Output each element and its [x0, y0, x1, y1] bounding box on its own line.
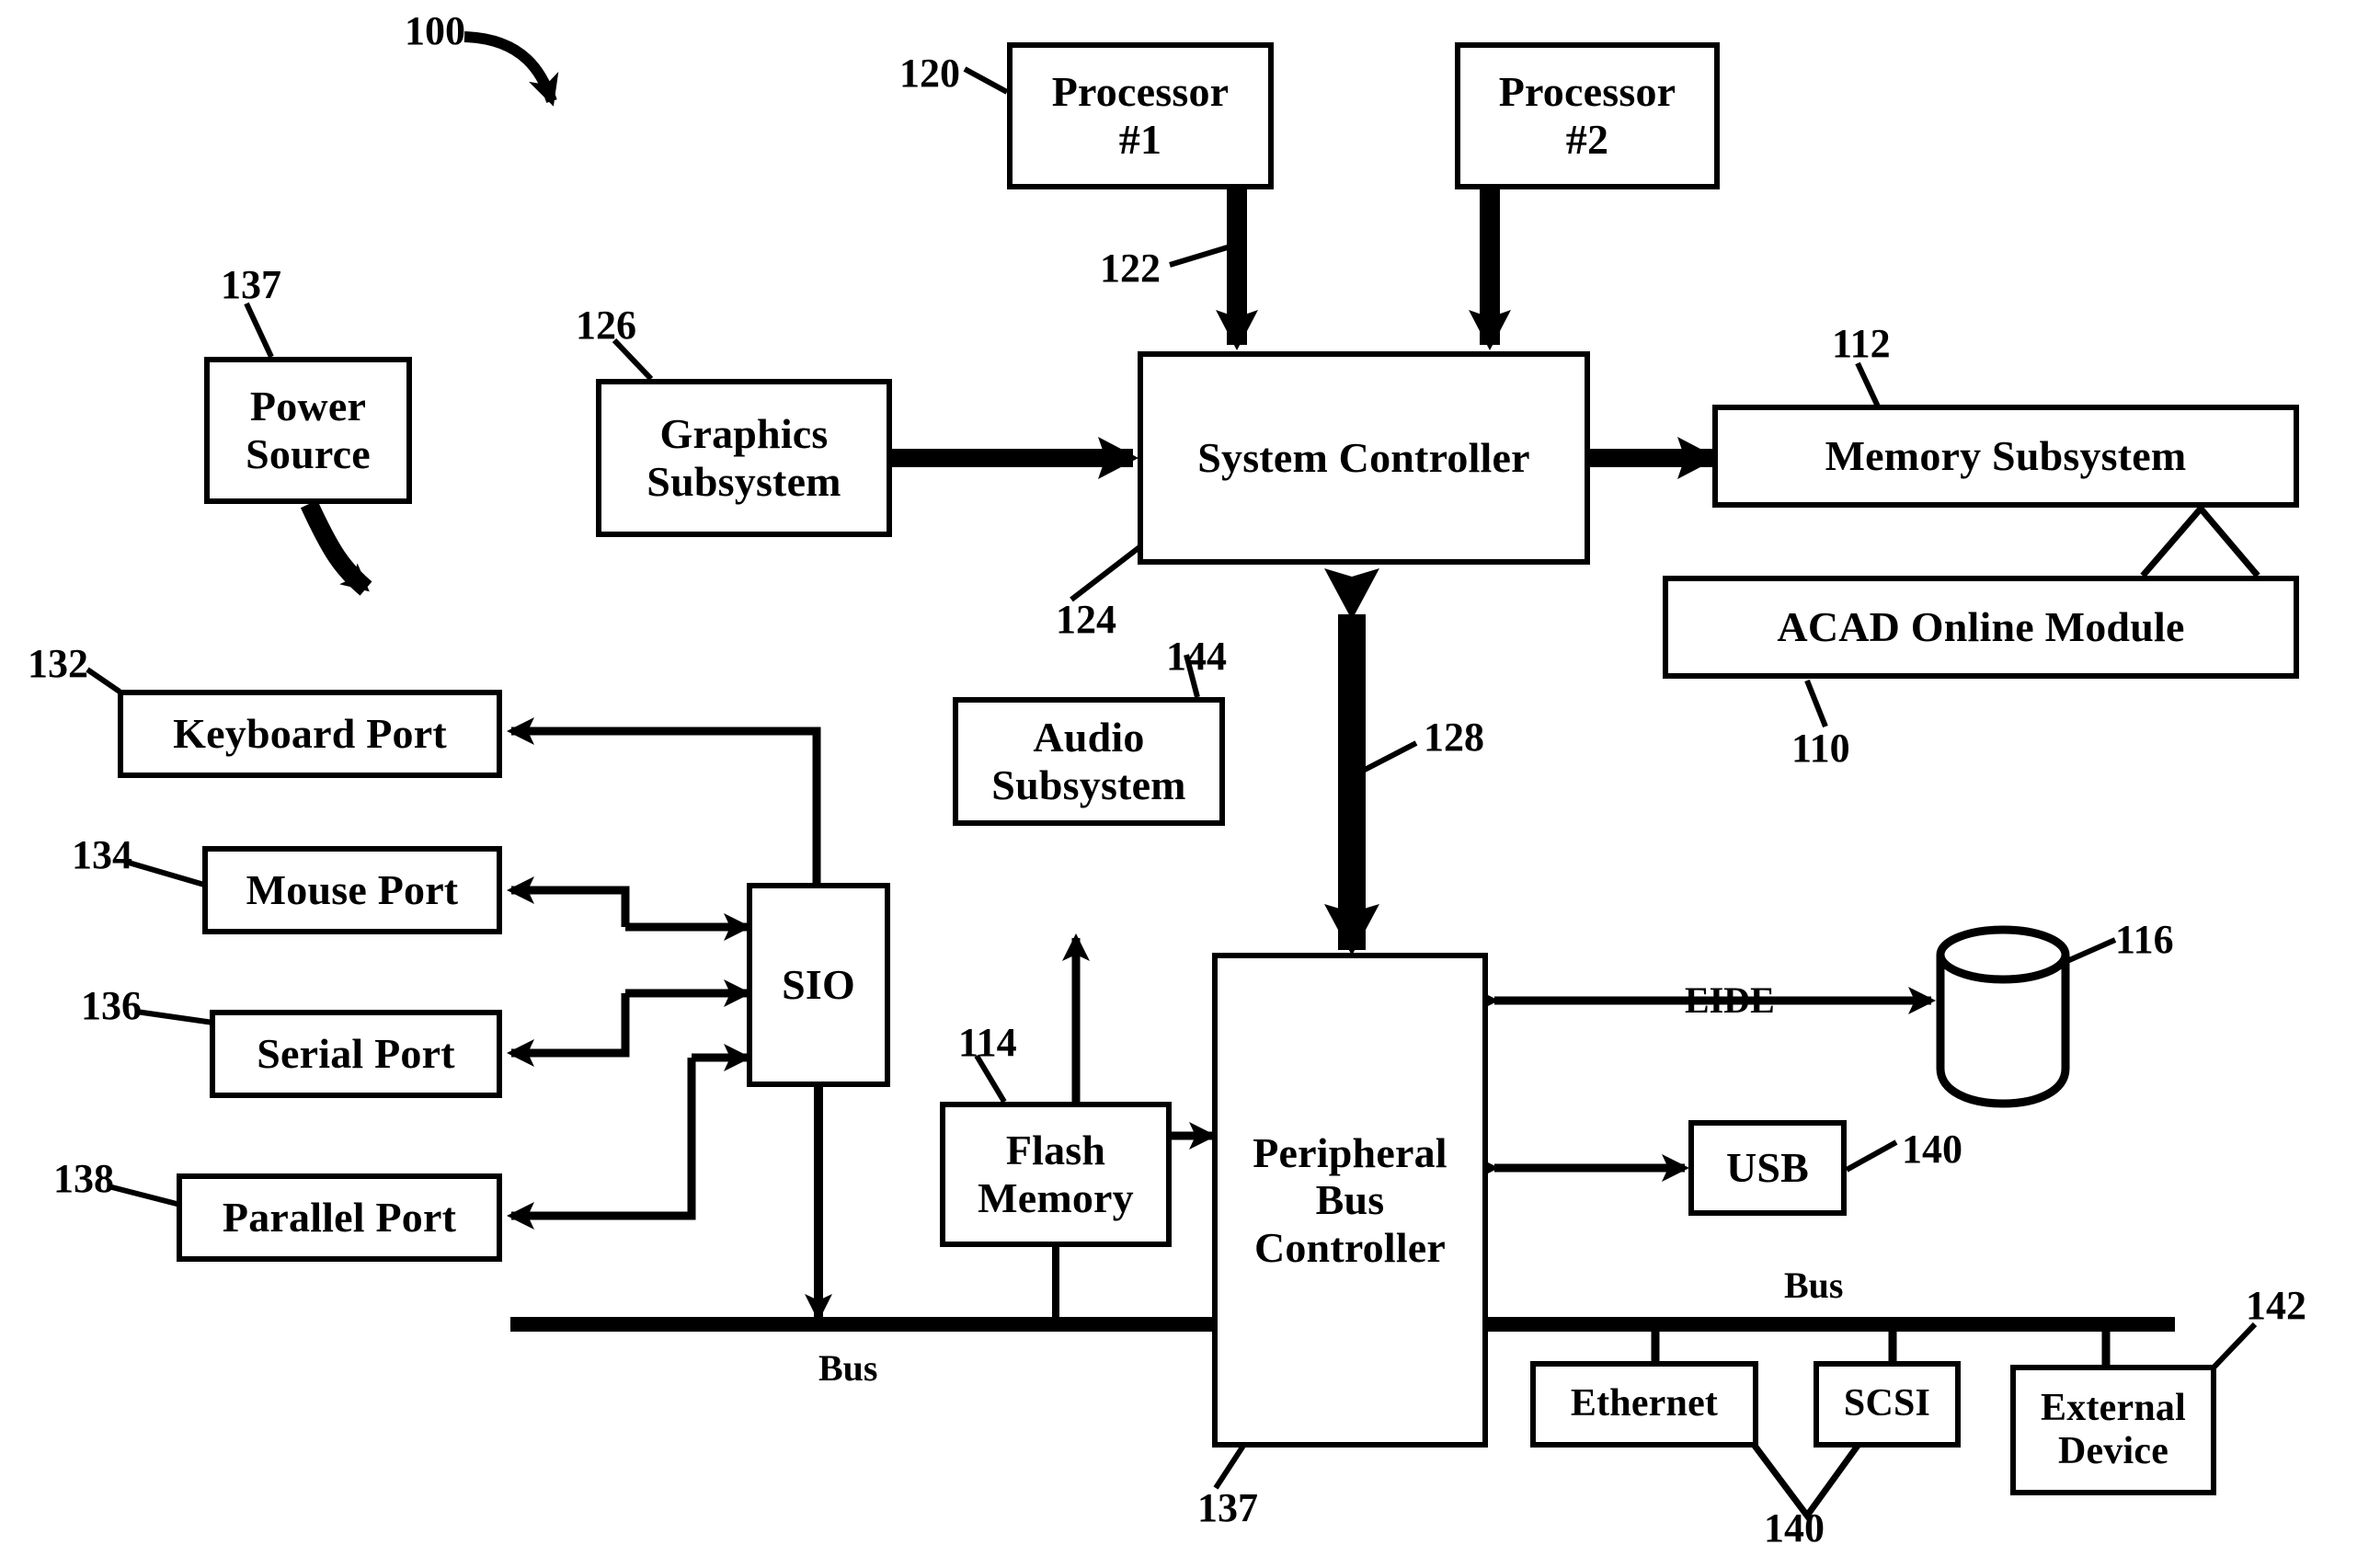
flash-memory-block[interactable]: Flash Memory [940, 1102, 1172, 1247]
ethernet-label: Ethernet [1570, 1382, 1719, 1425]
external-device-label-line1: External [2041, 1386, 2186, 1429]
leader-124 [1070, 542, 1145, 602]
bracket-acad-memory [2140, 503, 2260, 578]
graphics-subsystem-block[interactable]: Graphics Subsystem [596, 379, 892, 537]
ref-132: 132 [28, 641, 88, 686]
ethernet-block[interactable]: Ethernet [1530, 1361, 1758, 1448]
parallel-port-block[interactable]: Parallel Port [177, 1173, 502, 1262]
ref-120: 120 [899, 51, 960, 96]
power-source-label-line1: Power [249, 383, 367, 430]
ref-136: 136 [81, 983, 142, 1028]
sio-label: SIO [782, 961, 855, 1009]
ref-128: 128 [1424, 715, 1484, 760]
ref-140-usb: 140 [1902, 1127, 1962, 1172]
bus-label-right: Bus [1784, 1265, 1844, 1306]
patent-figure-canvas: Processor #1 Processor #2 System Control… [0, 0, 2380, 1545]
disk-drive-icon [1936, 925, 2070, 1108]
leader-137-power [244, 302, 274, 359]
leader-110 [1804, 679, 1828, 728]
arrow-sio-mouse-port [507, 876, 751, 941]
processor-2-label-line1: Processor [1498, 68, 1676, 116]
arrow-sio-parallel-port [507, 1044, 751, 1230]
ref-137-pbc: 137 [1197, 1485, 1258, 1530]
pbc-label-line2: Bus [1315, 1176, 1385, 1224]
mouse-port-label: Mouse Port [246, 866, 459, 914]
memory-subsystem-block[interactable]: Memory Subsystem [1712, 405, 2299, 508]
leader-116 [2051, 937, 2117, 970]
graphics-subsystem-label-line1: Graphics [659, 410, 829, 458]
graphics-subsystem-label-line2: Subsystem [646, 458, 841, 505]
power-source-label-line2: Source [246, 430, 371, 477]
pbc-label-line3: Controller [1253, 1223, 1447, 1271]
ref-116: 116 [2115, 917, 2174, 962]
leader-142 [2212, 1322, 2258, 1369]
arrow-power-source-out [300, 499, 372, 596]
bus-bar-right [1476, 1317, 2175, 1332]
memory-subsystem-label: Memory Subsystem [1825, 432, 2187, 480]
audio-subsystem-block[interactable]: Audio Subsystem [953, 697, 1225, 826]
usb-label: USB [1725, 1144, 1810, 1192]
eide-bus-label: EIDE [1685, 979, 1775, 1021]
leader-132 [86, 667, 121, 694]
scsi-block[interactable]: SCSI [1814, 1361, 1961, 1448]
sio-block[interactable]: SIO [747, 883, 890, 1087]
ref-138: 138 [53, 1156, 114, 1201]
flash-memory-label-line2: Memory [978, 1174, 1134, 1221]
audio-subsystem-label-line1: Audio [1033, 714, 1145, 761]
leader-136 [135, 1009, 214, 1025]
audio-subsystem-label-line2: Subsystem [991, 761, 1186, 808]
bus-label-left: Bus [818, 1347, 878, 1389]
leader-112 [1855, 361, 1881, 408]
processor-1-label-line2: #1 [1118, 116, 1162, 163]
arrow-sio-serial-port [507, 979, 751, 1067]
acad-online-module-block[interactable]: ACAD Online Module [1663, 576, 2299, 679]
leader-122 [1169, 244, 1231, 268]
ref-144: 144 [1166, 634, 1227, 679]
system-controller-label: System Controller [1197, 434, 1530, 482]
peripheral-bus-controller-block[interactable]: Peripheral Bus Controller [1212, 953, 1488, 1448]
ref-112: 112 [1832, 321, 1891, 366]
ref-122: 122 [1100, 246, 1161, 291]
processor-1-block[interactable]: Processor #1 [1007, 42, 1274, 189]
keyboard-port-block[interactable]: Keyboard Port [118, 690, 502, 778]
mouse-port-block[interactable]: Mouse Port [202, 846, 502, 934]
system-controller-block[interactable]: System Controller [1138, 351, 1590, 565]
ref-124: 124 [1056, 597, 1116, 642]
ref-140-bus: 140 [1764, 1505, 1825, 1545]
processor-2-block[interactable]: Processor #2 [1455, 42, 1720, 189]
processor-2-label-line2: #2 [1565, 116, 1609, 163]
leader-140-usb [1845, 1139, 1898, 1173]
leader-120 [963, 66, 1009, 95]
usb-block[interactable]: USB [1688, 1120, 1847, 1216]
leader-128 [1361, 740, 1418, 773]
processor-1-label-line1: Processor [1051, 68, 1230, 116]
leader-137-pbc [1213, 1444, 1246, 1490]
parallel-port-label: Parallel Port [222, 1194, 457, 1242]
ref-110: 110 [1791, 726, 1850, 771]
keyboard-port-label: Keyboard Port [173, 710, 447, 758]
bus-bar-left [510, 1317, 1219, 1332]
serial-port-label: Serial Port [257, 1030, 455, 1078]
leader-138 [108, 1184, 181, 1207]
arrow-sio-keyboard-port [507, 717, 821, 886]
serial-port-block[interactable]: Serial Port [210, 1010, 502, 1098]
figure-ref-100: 100 [405, 8, 465, 53]
ref-126: 126 [576, 303, 636, 348]
power-source-block[interactable]: Power Source [204, 357, 412, 504]
scsi-label: SCSI [1843, 1382, 1931, 1425]
ref-114: 114 [958, 1020, 1017, 1065]
ref-137-power: 137 [221, 262, 281, 307]
external-device-label-line2: Device [2057, 1430, 2169, 1472]
ref-142: 142 [2246, 1283, 2306, 1328]
external-device-block[interactable]: External Device [2010, 1365, 2216, 1495]
pbc-label-line1: Peripheral [1253, 1128, 1447, 1176]
figure-ref-arrow [463, 31, 559, 107]
leader-134 [128, 860, 205, 887]
ref-134: 134 [72, 832, 132, 877]
acad-online-module-label: ACAD Online Module [1777, 603, 2185, 651]
flash-memory-label-line1: Flash [1005, 1127, 1106, 1174]
